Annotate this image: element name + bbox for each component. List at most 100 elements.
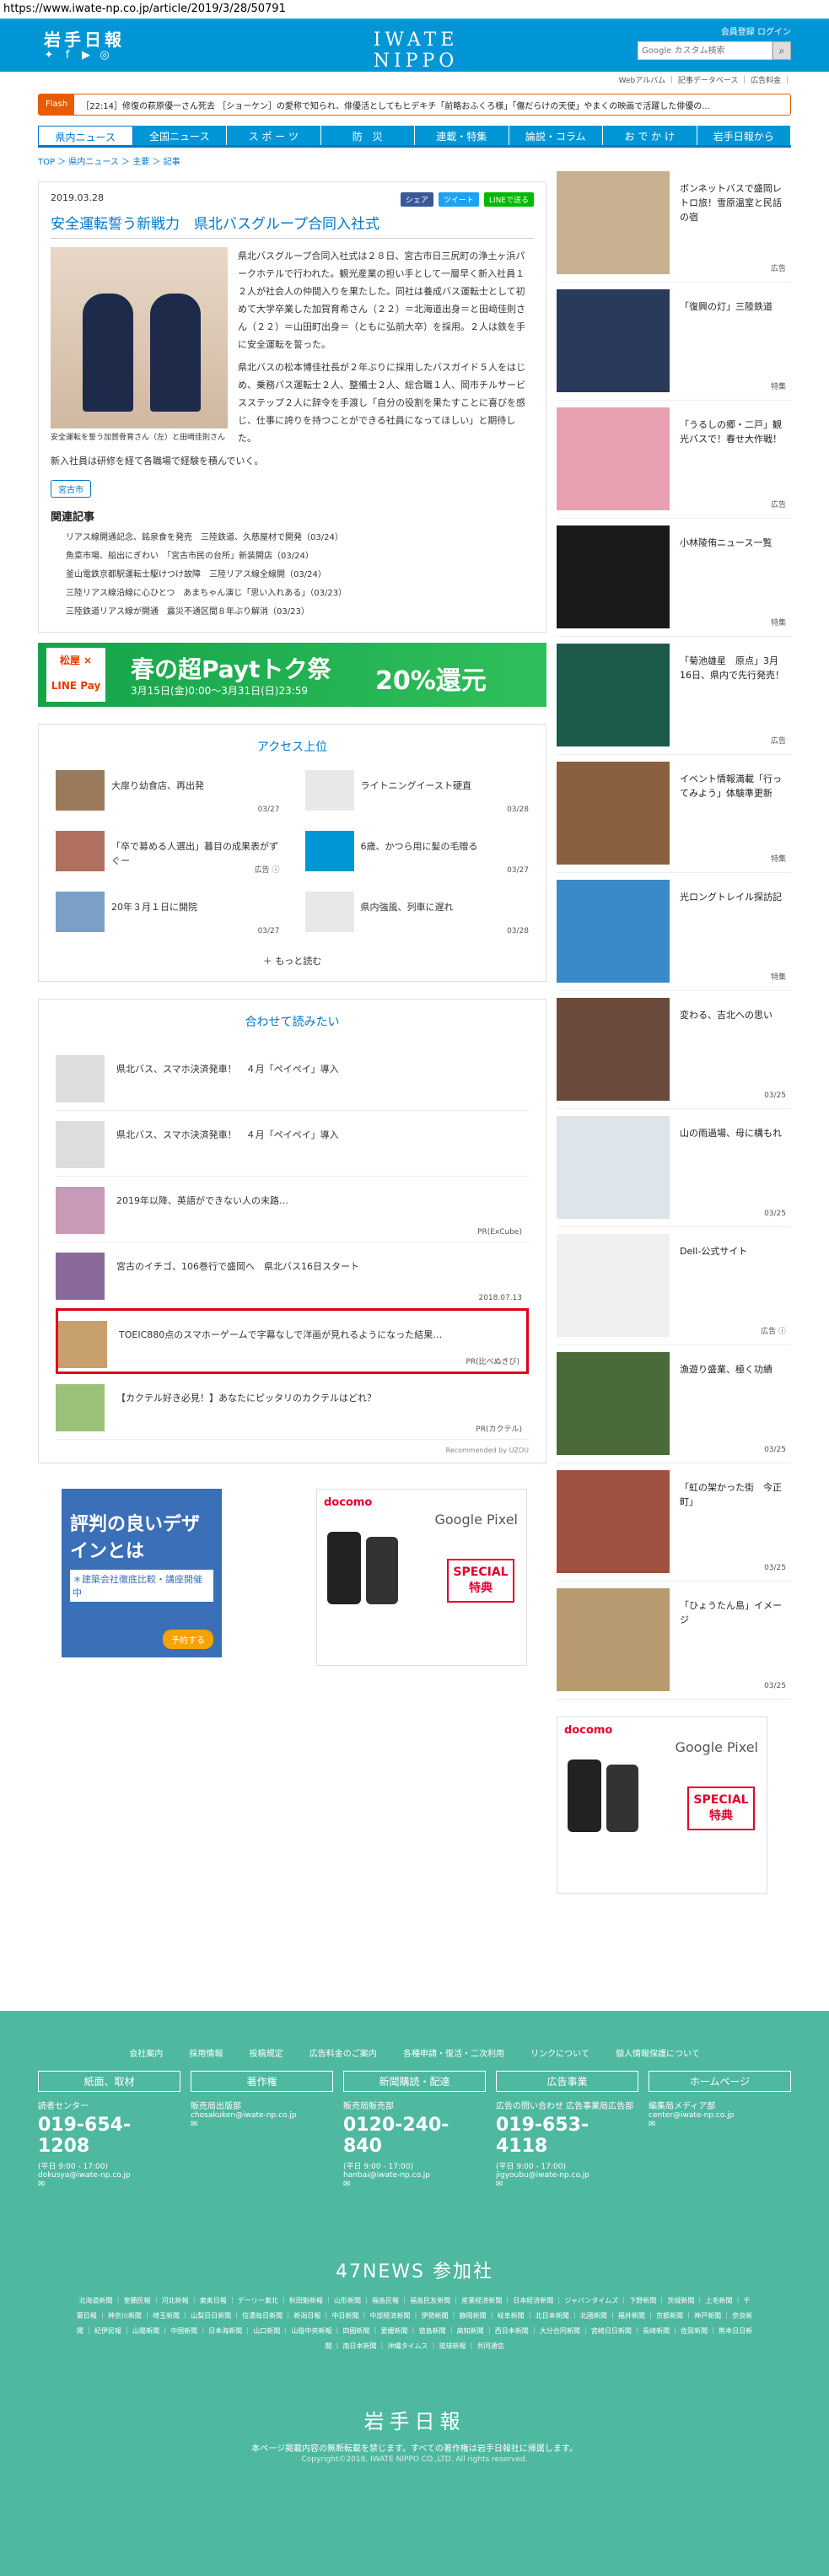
twitter-icon[interactable]: ✦ <box>42 49 56 62</box>
nav-item[interactable]: 県内ニュース <box>38 126 133 145</box>
facebook-share-button[interactable]: シェア <box>400 192 433 207</box>
side-item[interactable]: 変わる、吉北への思い 03/25 <box>557 991 791 1109</box>
mail-icon[interactable]: ✉ <box>343 2180 486 2189</box>
recommend-item-highlighted[interactable]: TOEIC880点のスマホーゲームで字幕なしで洋画が見れるようになった結果… PR… <box>56 1308 529 1374</box>
nav-item[interactable]: 防 災 <box>320 126 415 145</box>
side-item[interactable]: 小林陵侑ニュース一覧 特集 <box>557 519 791 637</box>
related-item[interactable]: リアス線開通記念、銘泉食を発売 三陸鉄道、久慈屋材で開発（03/24） <box>51 529 534 547</box>
plus-icon: ＋ <box>262 956 276 967</box>
footer-hours: (平日 9:00 - 17:00) <box>343 2163 413 2171</box>
nav-item[interactable]: 連載・特集 <box>415 126 509 145</box>
side-item[interactable]: 「虹の架かった街 今正町」 03/25 <box>557 1463 791 1582</box>
recommend-item[interactable]: 県北バス、スマホ決済発車！ ４月「ペイペイ」導入 <box>56 1111 529 1177</box>
side-item[interactable]: ボンネットバスで盛岡レトロ旅！雪原温室と民話の宿 広告 <box>557 164 791 283</box>
recommend-text: 2019年以降、英語ができない人の末路… <box>116 1195 288 1206</box>
phone-number[interactable]: 019-654-1208 <box>38 2115 180 2157</box>
footer-col-head[interactable]: ホームページ <box>649 2071 791 2092</box>
phone-number[interactable]: 0120-240-840 <box>343 2115 486 2157</box>
partner-papers[interactable]: 北海道新聞 ｜ 室蘭民報 ｜ 河北新報 ｜ 東奥日報 ｜ デーリー東北 ｜ 秋田… <box>76 2293 753 2354</box>
ranking-title: 6歳、かつら用に髪の毛贈る <box>360 841 478 852</box>
thumbnail <box>56 1055 105 1102</box>
mail-address[interactable]: jigyoubu@iwate-np.co.jp <box>496 2171 638 2180</box>
side-item[interactable]: 「うるしの郷・二戸」観光バスで！春せ大作戦！ 広告 <box>557 401 791 519</box>
ranking-title: 大扉り幼食店、再出発 <box>111 780 204 791</box>
mail-address[interactable]: chosakuken@iwate-np.co.jp <box>191 2111 333 2120</box>
photo-caption: 安全運転を誓う加賀骨育さん（左）と田﨑佳則さん <box>51 434 226 442</box>
side-item[interactable]: Dell-公式サイト 広告 ⓘ <box>557 1227 791 1345</box>
side-item[interactable]: 「ひょうたん島」イメージ 03/25 <box>557 1582 791 1700</box>
footer-col-head[interactable]: 新聞購読・配達 <box>343 2071 486 2092</box>
side-item[interactable]: 漁遊り盛業、極く功績 03/25 <box>557 1345 791 1463</box>
recommend-item[interactable]: 【カクテル好き必見！】あなたにピッタリのカクテルはどれ？ PR(カクテル) <box>56 1374 529 1440</box>
side-item[interactable]: 「菊池雄星 原点」3月16日、県内で先行発売！ 広告 <box>557 637 791 755</box>
mail-icon[interactable]: ✉ <box>38 2180 180 2189</box>
copyright: Copyright©2018, IWATE NIPPO CO.,LTD. All… <box>301 2455 528 2464</box>
mail-address[interactable]: dokusya@iwate-np.co.jp <box>38 2171 180 2180</box>
side-item[interactable]: 光ロングトレイル探訪記 特集 <box>557 873 791 991</box>
instagram-icon[interactable]: ◎ <box>98 49 111 62</box>
ranking-item[interactable]: 大扉り幼食店、再出発 03/27 <box>56 770 280 819</box>
ranking-title: 県内強風、列車に遅れ <box>360 902 454 913</box>
side-ad-docomo[interactable]: docomo Google Pixel SPECIAL 特典 <box>557 1716 767 1894</box>
side-title: 山の雨過場、母に構もれ <box>680 1128 782 1139</box>
side-item[interactable]: 「復興の灯」三陸鉄道 特集 <box>557 283 791 401</box>
footer-links[interactable]: 会社案内 採用情報 投稿規定 広告料金のご案内 各種申請・復活・二次利用 リンク… <box>0 2011 829 2059</box>
more-button[interactable]: ＋ もっと読む <box>56 954 529 967</box>
youtube-icon[interactable]: ▶ <box>79 49 93 62</box>
thumbnail <box>557 1352 670 1455</box>
facebook-icon[interactable]: f <box>61 49 74 62</box>
thumbnail <box>56 1384 105 1431</box>
site-logo[interactable]: 岩手日報 <box>44 26 125 51</box>
side-item[interactable]: 山の雨過場、母に構もれ 03/25 <box>557 1109 791 1227</box>
header-links[interactable]: 会員登録 ログイン <box>721 24 791 37</box>
side-title: 変わる、吉北への思い <box>680 1010 772 1021</box>
ranking-item[interactable]: ライトニングイースト硬直 03/28 <box>304 770 529 819</box>
thumbnail <box>557 880 670 983</box>
related-item[interactable]: 釜山電鉄京都駅運転士駆けつけ故障 三陸リアス線全線開（03/24） <box>51 566 534 585</box>
ranking-item[interactable]: 6歳、かつら用に髪の毛贈る 03/27 <box>304 831 529 880</box>
ranking-date: 03/28 <box>507 927 529 935</box>
flash-label: Flash <box>39 94 75 115</box>
related-item[interactable]: 三陸鉄道リアス線が開通 震災不通区間８年ぶり解消（03/23） <box>51 603 534 622</box>
article-photo[interactable]: 安全運転を誓う加賀骨育さん（左）と田﨑佳則さん <box>51 247 228 442</box>
side-item[interactable]: イベント情報満載「行ってみよう」体験準更新 特集 <box>557 755 791 873</box>
nav-item[interactable]: 論説・コラム <box>509 126 603 145</box>
url-bar[interactable]: https://www.iwate-np.co.jp/article/2019/… <box>0 0 829 19</box>
mail-address[interactable]: center@iwate-np.co.jp <box>649 2111 791 2120</box>
ad-suumo[interactable]: 評判の良いデザインとは ＊建築会社徹底比較・講座開催中 予約する <box>62 1489 222 1657</box>
footer-col-name: 販売局販売部 <box>343 2102 394 2111</box>
recommend-item[interactable]: 県北バス、スマホ決済発車！ ４月「ペイペイ」導入 <box>56 1045 529 1111</box>
tweet-button[interactable]: ツイート <box>438 192 479 207</box>
footer-col-head[interactable]: 著作権 <box>191 2071 333 2092</box>
flash-text[interactable]: ［22:14］修復の萩原優一さん死去 ［ショーケン］の愛称で知られ、俳優活として… <box>74 99 710 111</box>
mail-icon[interactable]: ✉ <box>496 2180 638 2189</box>
banner-ad-linepay[interactable]: 松屋 × LINE Pay 春の超Paytトク祭 3月15日(金)0:00～3月… <box>38 643 546 707</box>
ad-docomo[interactable]: docomo Google Pixel SPECIAL 特典 <box>316 1489 527 1666</box>
flash-ticker[interactable]: Flash ［22:14］修復の萩原優一さん死去 ［ショーケン］の愛称で知られ、… <box>38 94 791 116</box>
mail-icon[interactable]: ✉ <box>191 2120 333 2129</box>
ranking-item[interactable]: 20年３月１日に開院 03/27 <box>56 892 280 940</box>
nav-item[interactable]: 岩手日報から <box>697 126 791 145</box>
nav-item[interactable]: お で か け <box>603 126 697 145</box>
footer-col-head[interactable]: 紙面、取材 <box>38 2071 180 2092</box>
nav-item[interactable]: 全国ニュース <box>132 126 227 145</box>
recommend-item[interactable]: 2019年以降、英語ができない人の末路… PR(ExCube) <box>56 1177 529 1242</box>
search-icon[interactable]: ⌕ <box>772 41 791 60</box>
footer-col-head[interactable]: 広告事業 <box>496 2071 638 2092</box>
side-label: 03/25 <box>764 1091 786 1100</box>
recommend-footer[interactable]: Recommended by UZOU <box>56 1447 529 1454</box>
thumbnail <box>557 1234 670 1337</box>
ranking-item[interactable]: 「卒で募める人選出」暮目の成果表がずぐー 広告 ⓘ <box>56 831 280 880</box>
mail-icon[interactable]: ✉ <box>649 2120 791 2129</box>
related-item[interactable]: 三陸リアス線沿線に心ひとつ あまちゃん演じ「思い入れある」（03/23） <box>51 585 534 603</box>
phone-number[interactable]: 019-653-4118 <box>496 2115 638 2157</box>
nav-item[interactable]: ス ポ ー ツ <box>227 126 321 145</box>
ranking-item[interactable]: 県内強風、列車に遅れ 03/28 <box>304 892 529 940</box>
search-input[interactable] <box>638 41 772 60</box>
tag-link[interactable]: 宮古市 <box>51 480 91 498</box>
related-item[interactable]: 魚菜市場、船出にぎわい 「宮古市民の台所」新装開店（03/24） <box>51 547 534 566</box>
line-share-button[interactable]: LINEで送る <box>483 192 534 207</box>
reserve-button[interactable]: 予約する <box>163 1630 213 1649</box>
mail-address[interactable]: hanbai@iwate-np.co.jp <box>343 2171 486 2180</box>
recommend-item[interactable]: 宮古のイチゴ、106巻行で盛岡へ 県北バス16日スタート 2018.07.13 <box>56 1242 529 1308</box>
